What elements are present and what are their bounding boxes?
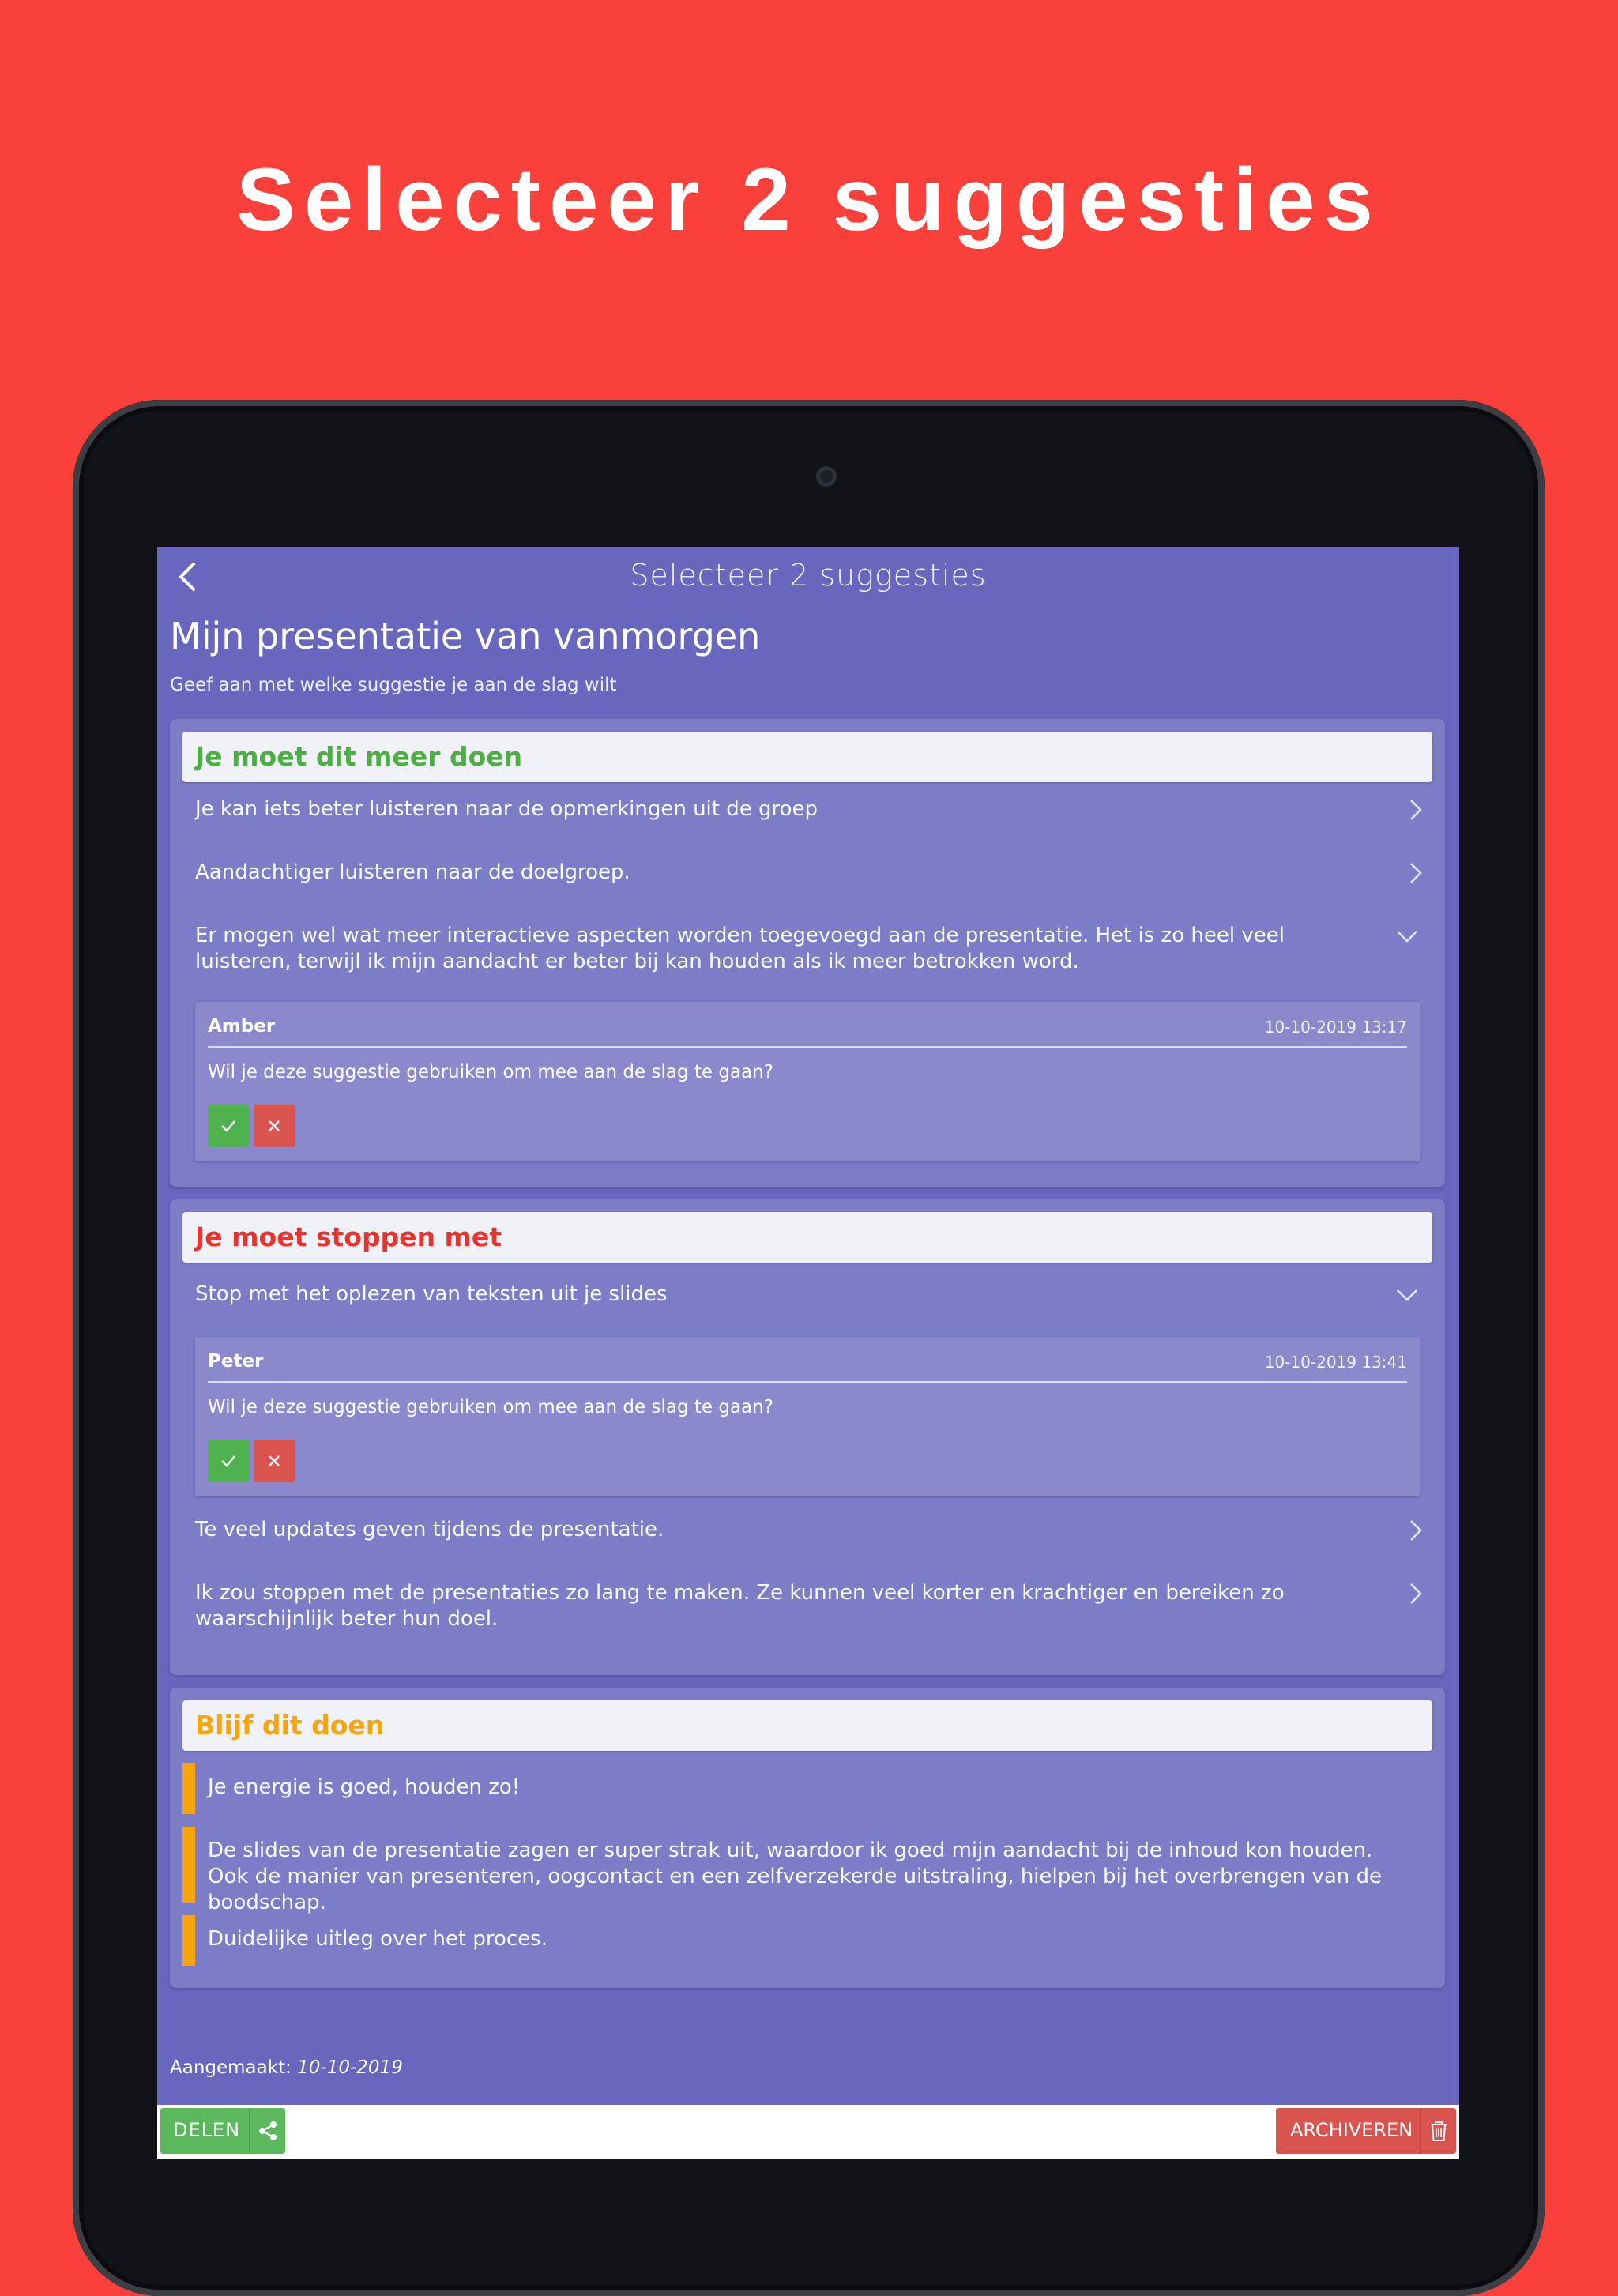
- created-value: 10-10-2019: [297, 2057, 403, 2078]
- chevron-right-icon[interactable]: [1402, 1581, 1428, 1606]
- section-header: Je moet stoppen met: [182, 1212, 1432, 1263]
- detail-author: Peter: [208, 1351, 264, 1372]
- detail-author: Amber: [208, 1016, 276, 1037]
- keep-item: De slides van de presentatie zagen er su…: [208, 1839, 1383, 1914]
- navbar: Selecteer 2 suggesties: [157, 547, 1459, 610]
- promo-headline: Selecteer 2 suggesties: [236, 150, 1382, 249]
- share-icon: [259, 2121, 277, 2140]
- suggestion-item[interactable]: Je kan iets beter luisteren naar de opme…: [195, 796, 1380, 822]
- keep-marker: [182, 1827, 195, 1903]
- suggestion-item[interactable]: Aandachtiger luisteren naar de doelgroep…: [195, 860, 1380, 886]
- divider: [208, 1381, 1407, 1383]
- suggestion-item[interactable]: Te veel updates geven tijdens de present…: [195, 1517, 1380, 1543]
- suggestion-item-expanded[interactable]: Stop met het oplezen van teksten uit je …: [195, 1282, 1380, 1308]
- section-stop: Je moet stoppen met Stop met het oplezen…: [170, 1199, 1445, 1675]
- accept-button[interactable]: [208, 1440, 249, 1482]
- keep-item: Je energie is goed, houden zo!: [208, 1775, 521, 1799]
- suggestion-detail: Amber 10-10-2019 13:17 Wil je deze sugge…: [195, 1002, 1420, 1161]
- detail-question: Wil je deze suggestie gebruiken om mee a…: [208, 1062, 773, 1082]
- chevron-right-icon[interactable]: [1402, 1518, 1428, 1543]
- chevron-down-icon[interactable]: [1394, 924, 1420, 949]
- detail-date: 10-10-2019 13:17: [1264, 1018, 1407, 1037]
- close-icon: [269, 1455, 280, 1466]
- section-keep: Blijf dit doen Je energie is goed, houde…: [170, 1688, 1445, 1988]
- page-subtitle: Geef aan met welke suggestie je aan de s…: [170, 675, 617, 695]
- check-icon: [221, 1455, 235, 1467]
- archive-button[interactable]: ARCHIVEREN: [1276, 2108, 1456, 2154]
- created-date: Aangemaakt: 10-10-2019: [170, 2057, 403, 2078]
- section-header: Blijf dit doen: [182, 1700, 1432, 1751]
- created-label: Aangemaakt:: [170, 2057, 292, 2078]
- share-label: DELEN: [173, 2119, 241, 2141]
- chevron-right-icon[interactable]: [1402, 860, 1428, 886]
- keep-item: Duidelijke uitleg over het proces.: [208, 1927, 547, 1951]
- archive-label: ARCHIVEREN: [1290, 2119, 1413, 2141]
- close-icon: [269, 1120, 280, 1131]
- camera-icon: [816, 466, 837, 487]
- chevron-right-icon[interactable]: [1402, 797, 1428, 822]
- divider: [208, 1046, 1407, 1048]
- suggestion-item-expanded[interactable]: Er mogen wel wat meer interactieve aspec…: [195, 923, 1380, 975]
- keep-marker: [182, 1915, 195, 1966]
- app-screen: Selecteer 2 suggesties Mijn presentatie …: [157, 547, 1459, 2159]
- reject-button[interactable]: [254, 1440, 295, 1482]
- trash-icon: [1431, 2121, 1447, 2141]
- suggestion-detail: Peter 10-10-2019 13:41 Wil je deze sugge…: [195, 1337, 1420, 1496]
- section-title: Je moet dit meer doen: [195, 741, 523, 772]
- section-title: Blijf dit doen: [195, 1710, 385, 1741]
- keep-marker: [182, 1763, 195, 1814]
- detail-date: 10-10-2019 13:41: [1264, 1353, 1407, 1372]
- check-icon: [221, 1120, 235, 1132]
- footer-toolbar: DELEN ARCHIVEREN: [157, 2105, 1459, 2159]
- chevron-down-icon[interactable]: [1394, 1282, 1420, 1308]
- share-button[interactable]: DELEN: [160, 2108, 285, 2154]
- page-title: Mijn presentatie van vanmorgen: [170, 615, 761, 657]
- detail-question: Wil je deze suggestie gebruiken om mee a…: [208, 1397, 773, 1417]
- nav-title: Selecteer 2 suggesties: [630, 558, 987, 593]
- accept-button[interactable]: [208, 1105, 249, 1147]
- reject-button[interactable]: [254, 1105, 295, 1147]
- section-more: Je moet dit meer doen Je kan iets beter …: [170, 719, 1445, 1187]
- suggestion-item[interactable]: Ik zou stoppen met de presentaties zo la…: [195, 1580, 1380, 1632]
- section-header: Je moet dit meer doen: [182, 732, 1432, 782]
- section-title: Je moet stoppen met: [195, 1221, 502, 1252]
